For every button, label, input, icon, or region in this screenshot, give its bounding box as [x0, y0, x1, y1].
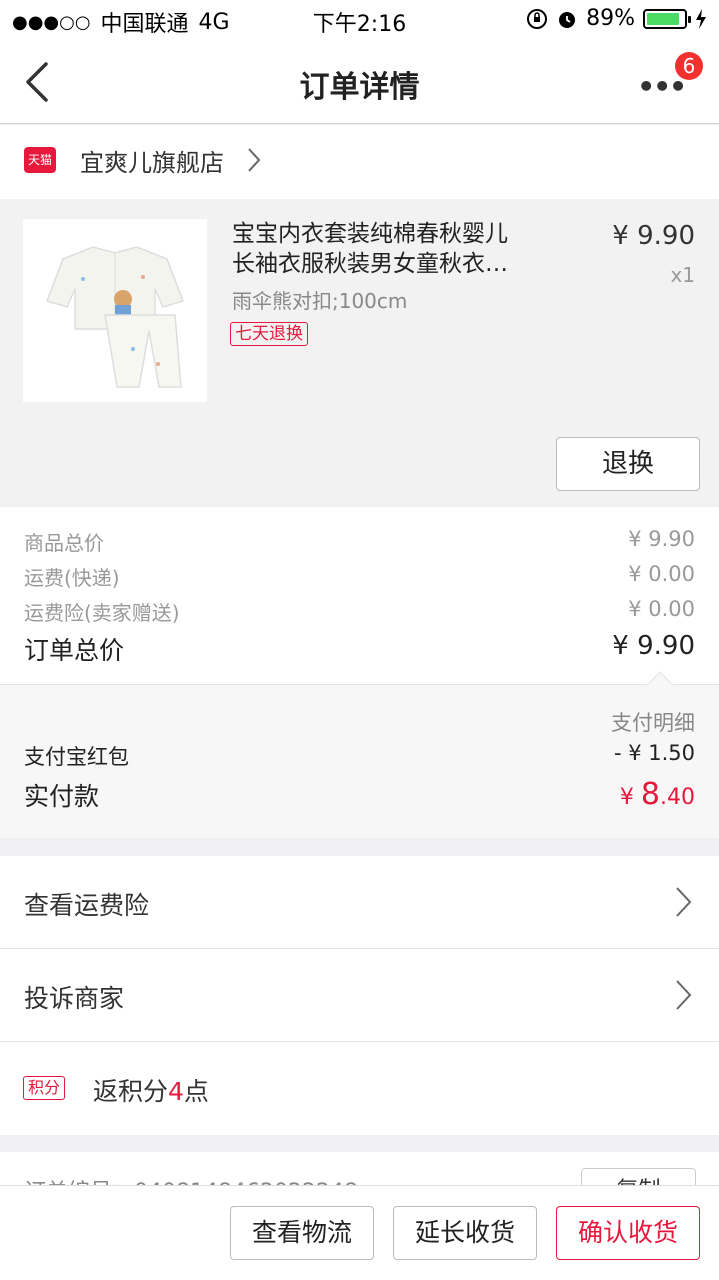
summary-value: ¥ 0.00 [628, 597, 695, 621]
summary-label: 运费(快递) [24, 566, 120, 590]
battery-icon [643, 8, 691, 29]
complain-merchant-link[interactable]: 投诉商家 [0, 949, 719, 1042]
product-quantity: x1 [670, 263, 695, 287]
summary-label: 运费险(卖家赠送) [24, 601, 180, 625]
paid-amount: ¥ 8.40 [620, 777, 695, 813]
confirm-receipt-button[interactable]: 确认收货 [556, 1206, 700, 1260]
shop-row[interactable]: 天猫 宜爽儿旗舰店 [0, 125, 719, 199]
product-price: ¥ 9.90 [612, 221, 695, 251]
summary-row: 商品总价 ¥ 9.90 [24, 527, 695, 556]
notification-badge: 6 [675, 52, 703, 80]
chevron-right-icon [676, 980, 692, 1010]
paid-decimal: .40 [660, 785, 695, 810]
paid-label: 实付款 [24, 782, 100, 811]
tmall-logo-icon: 天猫 [24, 147, 56, 173]
payment-detail-label: 支付明细 [611, 711, 695, 735]
product-title[interactable]: 宝宝内衣套装纯棉春秋婴儿 长袖衣服秋装男女童秋衣… [232, 219, 562, 279]
battery-percent: 89% [586, 6, 635, 31]
points-suffix: 点 [183, 1077, 209, 1106]
alarm-icon [559, 11, 576, 28]
points-row: 积分 返积分4点 [0, 1042, 719, 1135]
extend-receipt-button[interactable]: 延长收货 [393, 1206, 537, 1260]
price-summary: 商品总价 ¥ 9.90 运费(快递) ¥ 0.00 运费险(卖家赠送) ¥ 0.… [0, 507, 719, 685]
redpacket-label: 支付宝红包 [24, 745, 129, 769]
summary-row: 运费险(卖家赠送) ¥ 0.00 [24, 597, 695, 626]
bottom-action-bar: 查看物流 延长收货 确认收货 [0, 1185, 719, 1280]
points-text: 返积分4点 [93, 1072, 209, 1108]
nav-bar: 订单详情 ••• 6 [0, 40, 719, 124]
baby-clothes-image [46, 246, 184, 388]
return-policy-tag: 七天退换 [230, 322, 308, 346]
view-logistics-button[interactable]: 查看物流 [230, 1206, 374, 1260]
paid-row: 实付款 ¥ 8.40 [24, 777, 695, 813]
redpacket-row: 支付宝红包 - ¥ 1.50 [24, 741, 695, 771]
product-sku: 雨伞熊对扣;100cm [232, 289, 408, 313]
points-prefix: 返积分 [93, 1077, 169, 1106]
chevron-right-icon [676, 887, 692, 917]
complain-merchant-label: 投诉商家 [24, 984, 125, 1013]
product-title-line2: 长袖衣服秋装男女童秋衣… [232, 251, 508, 277]
exchange-button[interactable]: 退换 [556, 437, 700, 491]
paid-currency: ¥ [619, 785, 641, 810]
summary-value: ¥ 9.90 [628, 527, 695, 551]
view-insurance-label: 查看运费险 [24, 891, 150, 920]
status-bar: ●●●○○ 中国联通 4G 下午2:16 89% [0, 0, 719, 40]
action-links: 查看运费险 投诉商家 积分 返积分4点 [0, 856, 719, 1135]
order-total-row: 订单总价 ¥ 9.90 [24, 631, 695, 667]
summary-label: 商品总价 [24, 531, 104, 555]
charging-icon [696, 8, 706, 29]
redpacket-value: - ¥ 1.50 [613, 741, 695, 765]
points-number: 4 [168, 1077, 184, 1106]
view-insurance-link[interactable]: 查看运费险 [0, 856, 719, 949]
summary-value: ¥ 0.00 [628, 562, 695, 586]
order-total-value: ¥ 9.90 [612, 631, 695, 661]
product-image[interactable] [23, 219, 207, 402]
payment-details: 支付明细 支付宝红包 - ¥ 1.50 实付款 ¥ 8.40 [0, 671, 719, 838]
rotation-lock-icon [527, 8, 548, 29]
battery-fill [647, 12, 680, 25]
summary-row: 运费(快递) ¥ 0.00 [24, 562, 695, 591]
chevron-right-icon [248, 148, 261, 172]
points-tag: 积分 [23, 1076, 66, 1100]
product-card[interactable]: 宝宝内衣套装纯棉春秋婴儿 长袖衣服秋装男女童秋衣… 雨伞熊对扣;100cm 七天… [0, 199, 719, 507]
paid-integer: 8 [640, 777, 660, 812]
page-title: 订单详情 [299, 70, 420, 105]
product-title-line1: 宝宝内衣套装纯棉春秋婴儿 [232, 221, 508, 247]
order-total-label: 订单总价 [24, 636, 125, 665]
shop-name[interactable]: 宜爽儿旗舰店 [80, 143, 224, 178]
